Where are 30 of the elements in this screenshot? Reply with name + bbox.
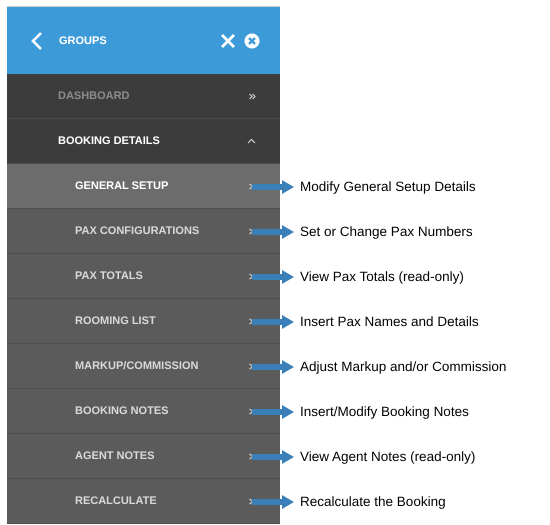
callout-text: Insert Pax Names and Details (300, 314, 479, 329)
callout-arrow (252, 224, 294, 238)
double-chevron-icon (249, 92, 256, 100)
close-circle-icon[interactable] (244, 32, 260, 48)
callout-text: View Pax Totals (read-only) (300, 269, 464, 284)
menu-item[interactable]: MARKUP/COMMISSION (7, 344, 280, 389)
back-icon[interactable] (31, 32, 43, 50)
callout-arrow (252, 360, 294, 374)
menu-item[interactable]: AGENT NOTES (7, 434, 280, 479)
callout-text: View Agent Notes (read-only) (300, 449, 476, 464)
callout-arrow (252, 404, 294, 418)
callout-arrow (252, 180, 294, 194)
callout-arrow (252, 314, 294, 328)
menu-item[interactable]: ROOMING LIST (7, 299, 280, 344)
menu-item[interactable]: BOOKING NOTES (7, 389, 280, 434)
menu-item[interactable]: PAX CONFIGURATIONS (7, 209, 280, 254)
callout-text: Set or Change Pax Numbers (300, 224, 473, 239)
menu-item[interactable]: PAX TOTALS (7, 254, 280, 299)
callout-text: Modify General Setup Details (300, 179, 476, 194)
header-title: GROUPS (59, 34, 107, 46)
close-icon[interactable] (220, 32, 236, 48)
callout-arrow (252, 450, 294, 464)
callout-arrow (252, 494, 294, 508)
callout-text: Recalculate the Booking (300, 494, 446, 509)
menu-item[interactable]: RECALCULATE (7, 479, 280, 524)
menu-item[interactable]: BOOKING DETAILS (7, 119, 280, 164)
callout-text: Adjust Markup and/or Commission (300, 359, 506, 374)
menu-item[interactable]: GENERAL SETUP (7, 164, 280, 209)
callout-arrow (252, 270, 294, 284)
callout-text: Insert/Modify Booking Notes (300, 404, 469, 419)
